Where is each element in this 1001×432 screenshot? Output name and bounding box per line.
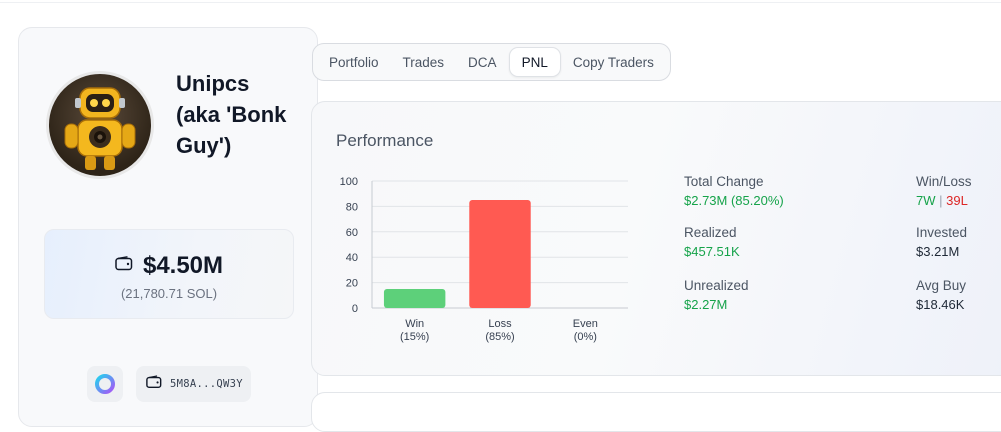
losses-count: 39L	[946, 193, 968, 208]
tab-dca[interactable]: DCA	[456, 47, 509, 77]
tab-portfolio[interactable]: Portfolio	[317, 47, 391, 77]
invested-label: Invested	[916, 225, 968, 240]
tab-label: PNL	[521, 54, 548, 70]
profile-card: Unipcs (aka 'Bonk Guy') $4.50M (21,780.7…	[18, 27, 318, 427]
balance-sol: (21,780.71 SOL)	[120, 286, 218, 301]
token-button[interactable]	[87, 366, 123, 402]
avg-buy-stat: Avg Buy $18.46K	[916, 277, 966, 314]
avg-buy-label: Avg Buy	[916, 278, 967, 293]
y-tick-label: 100	[340, 176, 358, 188]
total-change-value: $2.73M (85.20%)	[684, 193, 784, 208]
wins-count: 7W	[916, 193, 936, 208]
wallet-address-button[interactable]: 5M8A...QW3Y	[136, 366, 251, 402]
balance-usd: $4.50M	[142, 252, 224, 279]
y-tick-label: 0	[352, 303, 358, 315]
y-tick-label: 40	[346, 252, 358, 264]
y-tick-label: 80	[346, 201, 358, 213]
tab-label: Copy Traders	[572, 54, 654, 70]
total-change-stat: Total Change $2.73M (85.20%)	[684, 173, 784, 210]
win-loss-chart: 0 20 40 60 80 100 Win(15%) Loss(85%) Even(0%)	[340, 176, 628, 343]
x-tick-label: Win	[405, 318, 424, 330]
wallet-address: 5M8A...QW3Y	[170, 378, 243, 390]
x-tick-sublabel: (0%)	[574, 331, 597, 343]
bar-loss	[469, 200, 531, 308]
tab-bar: Portfolio Trades DCA PNL Copy Traders	[312, 43, 671, 81]
unrealized-value: $2.27M	[684, 297, 728, 312]
unrealized-label: Unrealized	[684, 278, 749, 293]
x-tick-sublabel: (15%)	[400, 331, 429, 343]
y-tick-label: 60	[346, 227, 358, 239]
tab-label: DCA	[468, 54, 497, 70]
avg-buy-value: $18.46K	[916, 297, 965, 312]
performance-card: Performance 0 20 40 60 80 100 Win (15%) Loss (85%…	[311, 101, 1001, 376]
unrealized-stat: Unrealized $2.27M	[684, 277, 749, 314]
tab-copy-traders[interactable]: Copy Traders	[561, 47, 666, 77]
win-loss-separator: |	[939, 193, 943, 208]
win-loss-label: Win/Loss	[916, 174, 972, 189]
token-icon	[95, 374, 115, 394]
y-tick-label: 20	[346, 278, 358, 290]
balance-box: $4.50M (21,780.71 SOL)	[44, 229, 294, 319]
x-tick-sublabel: (85%)	[485, 331, 514, 343]
realized-label: Realized	[684, 225, 737, 240]
tab-label: Portfolio	[329, 54, 379, 70]
invested-value: $3.21M	[916, 244, 960, 259]
win-loss-stat: Win/Loss 7W | 39L	[916, 173, 972, 210]
invested-stat: Invested $3.21M	[916, 224, 967, 261]
next-section-card	[311, 392, 1001, 432]
realized-stat: Realized $457.51K	[684, 224, 740, 261]
profile-name: Unipcs (aka 'Bonk Guy')	[176, 71, 287, 158]
win-loss-value: 7W | 39L	[916, 192, 972, 210]
wallet-icon	[115, 256, 133, 276]
top-divider	[0, 0, 1001, 3]
robot-avatar-icon	[64, 87, 136, 170]
realized-value: $457.51K	[684, 244, 740, 259]
x-tick-label: Loss	[488, 318, 512, 330]
x-tick-label: Even	[573, 318, 598, 330]
tab-trades[interactable]: Trades	[391, 47, 457, 77]
bar-win	[383, 288, 446, 308]
tab-pnl[interactable]: PNL	[508, 47, 561, 77]
performance-title: Performance	[336, 131, 434, 150]
balance-row: $4.50M	[45, 252, 293, 280]
robot-avatar	[46, 71, 154, 179]
wallet-icon	[146, 374, 162, 394]
tab-label: Trades	[402, 54, 445, 70]
total-change-label: Total Change	[684, 174, 764, 189]
